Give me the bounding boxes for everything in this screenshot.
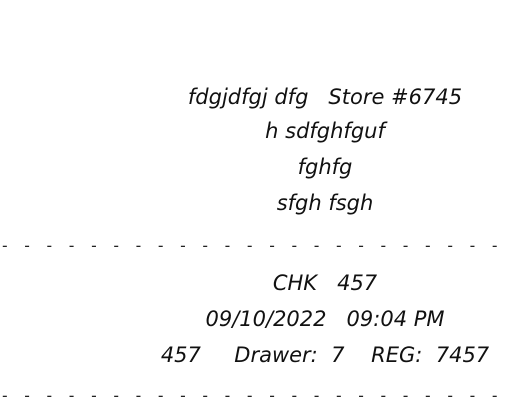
- store-line: fdgjdfgj dfg Store #6745: [187, 85, 463, 109]
- drawer-register-line: 457 Drawer: 7 REG: 7457: [160, 343, 490, 367]
- address-line-2: fghfg: [297, 155, 353, 179]
- address-line-1: h sdfghfguf: [265, 119, 385, 143]
- check-datetime: 09/10/2022 09:04 PM: [205, 307, 445, 331]
- divider-bottom: - - - - - - - - - - - - - - - - - - - - …: [0, 388, 512, 404]
- divider-top: - - - - - - - - - - - - - - - - - - - - …: [0, 238, 512, 254]
- check-number: CHK 457: [272, 271, 378, 295]
- receipt: fdgjdfgj dfg Store #6745 h sdfghfguf fgh…: [0, 0, 512, 404]
- address-line-3: sfgh fsgh: [276, 191, 374, 215]
